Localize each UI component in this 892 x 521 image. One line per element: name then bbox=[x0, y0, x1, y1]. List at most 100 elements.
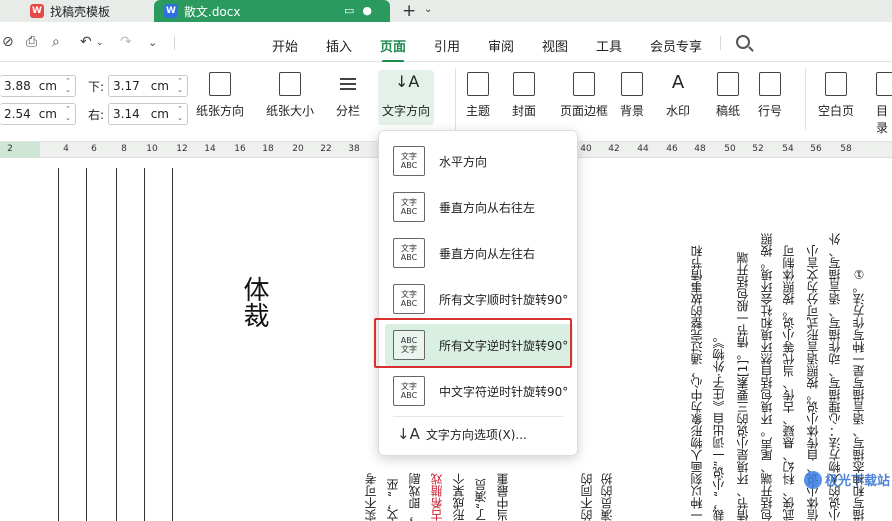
undo-icon[interactable]: ↶ bbox=[80, 34, 92, 50]
spinner-icon[interactable]: ⌃ ⌄ bbox=[65, 105, 71, 123]
icon-text-bottom: ABC bbox=[400, 161, 418, 170]
undo-dropdown-icon[interactable]: ⌄ bbox=[96, 38, 104, 48]
margin-bottom-input[interactable]: 3.17 cm ⌃ ⌄ bbox=[108, 75, 188, 97]
spinner-icon[interactable]: ⌃ ⌄ bbox=[177, 77, 183, 95]
text-direction-options[interactable]: ↓A 文字方向选项(X)... bbox=[397, 425, 527, 443]
margin-left-input[interactable]: 2.54 cm ⌃ ⌄ bbox=[0, 103, 76, 125]
menu-member[interactable]: 会员专享 bbox=[650, 36, 702, 55]
format-painter-icon[interactable]: ⊘ bbox=[2, 34, 14, 50]
tab-status-icons[interactable]: ▭● bbox=[344, 4, 380, 17]
chevron-down-icon[interactable]: ⌄ bbox=[424, 4, 432, 15]
word-doc-icon: W bbox=[164, 4, 178, 18]
horizontal-text-icon: 文字 ABC bbox=[393, 146, 425, 176]
print-icon[interactable]: ⎙ bbox=[26, 34, 37, 50]
ruler-number: 8 bbox=[121, 144, 127, 154]
doc-text-column: 的不同的 bbox=[580, 473, 594, 521]
toc-icon bbox=[876, 72, 892, 96]
menu-insert[interactable]: 插入 bbox=[326, 36, 352, 55]
text-direction-options-label: 文字方向选项(X)... bbox=[425, 427, 527, 442]
menu-item-vertical-ltr[interactable]: 文字 ABC 垂直方向从左往右 bbox=[385, 232, 573, 274]
menu-item-horizontal[interactable]: 文字 ABC 水平方向 bbox=[385, 140, 573, 182]
ruler-number: 44 bbox=[637, 144, 649, 154]
ruler-number: 16 bbox=[234, 144, 246, 154]
spinner-icon[interactable]: ⌃ ⌄ bbox=[65, 77, 71, 95]
margin-bottom-value: 3.17 bbox=[113, 79, 140, 93]
margin-left-row: 2.54 cm ⌃ ⌄ bbox=[0, 103, 76, 125]
columns-button[interactable]: 分栏 bbox=[336, 72, 360, 119]
paper-size-label: 纸张大小 bbox=[266, 104, 315, 118]
ruler-number: 18 bbox=[262, 144, 274, 154]
tab-document-label: 散文.docx bbox=[184, 4, 241, 19]
menu-item-chinese-ccw[interactable]: 文字 ABC 中文字符逆时针旋转90° bbox=[385, 370, 573, 412]
paper-orientation-label: 纸张方向 bbox=[196, 104, 245, 118]
search-icon[interactable] bbox=[736, 35, 750, 49]
menu-item-label: 水平方向 bbox=[439, 154, 488, 169]
ruler-number: 6 bbox=[91, 144, 97, 154]
icon-text-bottom: ABC bbox=[400, 299, 418, 308]
cover-button[interactable]: 封面 bbox=[512, 72, 536, 119]
spinner-icon[interactable]: ⌃ ⌄ bbox=[177, 105, 183, 123]
rotate-cw-text-icon: 文字 ABC bbox=[393, 284, 425, 314]
tab-bar: W 找稿壳模板 W 散文.docx ▭● + ⌄ bbox=[0, 0, 892, 22]
theme-button[interactable]: 主题 bbox=[466, 72, 490, 119]
ruler-number: 58 bbox=[840, 144, 852, 154]
text-rule bbox=[116, 168, 117, 521]
page-border-label: 页面边框 bbox=[560, 104, 609, 118]
template-app-icon: W bbox=[30, 4, 44, 18]
divider bbox=[805, 68, 806, 130]
blank-page-button[interactable]: 空白页 bbox=[818, 72, 854, 119]
icon-text-top: 文字 bbox=[401, 198, 417, 207]
margin-right-input[interactable]: 3.14 cm ⌃ ⌄ bbox=[108, 103, 188, 125]
line-number-button[interactable]: 行号 bbox=[758, 72, 782, 119]
menu-tools[interactable]: 工具 bbox=[596, 36, 622, 55]
page-border-icon bbox=[573, 72, 595, 96]
menu-page[interactable]: 页面 bbox=[380, 36, 406, 63]
toc-button[interactable]: 目录 bbox=[876, 72, 892, 136]
margin-top-input[interactable]: 3.88 cm ⌃ ⌄ bbox=[0, 75, 76, 97]
theme-label: 主题 bbox=[466, 104, 491, 118]
orientation-icon bbox=[209, 72, 231, 96]
tab-template-label: 找稿壳模板 bbox=[50, 4, 111, 19]
vertical-ltr-text-icon: 文字 ABC bbox=[393, 238, 425, 268]
menu-review[interactable]: 审阅 bbox=[488, 36, 514, 55]
tab-template[interactable]: W 找稿壳模板 bbox=[18, 0, 148, 22]
menu-references[interactable]: 引用 bbox=[434, 36, 460, 55]
ruler-number: 22 bbox=[320, 144, 332, 154]
tab-document[interactable]: W 散文.docx ▭● bbox=[154, 0, 390, 22]
print-preview-icon[interactable]: ⌕ bbox=[52, 34, 60, 50]
paper-orientation-button[interactable]: 纸张方向 bbox=[196, 72, 244, 119]
doc-text-column: 演员的扮 bbox=[600, 473, 614, 521]
background-label: 背景 bbox=[620, 104, 645, 118]
doc-text-column: 裁，“小说”一词出自《庄子·外物》。 bbox=[712, 330, 726, 521]
document-title: 体裁 bbox=[239, 276, 269, 328]
menu-home[interactable]: 开始 bbox=[272, 36, 298, 55]
doc-text-column: ，即戏剧 bbox=[408, 473, 422, 521]
watermark-label: 水印 bbox=[666, 104, 691, 118]
manuscript-icon bbox=[717, 72, 739, 96]
background-button[interactable]: 背景 bbox=[620, 72, 644, 119]
menu-item-rotate-cw[interactable]: 文字 ABC 所有文字顺时针旋转90° bbox=[385, 278, 573, 320]
margin-top-value: 3.88 bbox=[4, 79, 31, 93]
ruler-number: 20 bbox=[292, 144, 304, 154]
icon-text-bottom: ABC bbox=[400, 253, 418, 262]
manuscript-button[interactable]: 稿纸 bbox=[716, 72, 740, 119]
menu-view[interactable]: 视图 bbox=[542, 36, 568, 55]
menu-bar: ⊘ ⎙ ⌕ ↶ ⌄ ↷ ⌄ 开始 插入 页面 引用 审阅 视图 工具 会员专享 bbox=[0, 22, 892, 63]
customize-chevron-icon[interactable]: ⌄ bbox=[148, 36, 157, 49]
redo-icon[interactable]: ↷ bbox=[120, 34, 132, 50]
divider bbox=[174, 36, 175, 50]
watermark-icon: A bbox=[671, 72, 685, 93]
text-direction-button[interactable]: ↓A 文字方向 bbox=[378, 70, 435, 125]
new-tab-icon[interactable]: + bbox=[402, 1, 416, 21]
menu-item-vertical-rtl[interactable]: 文字 ABC 垂直方向从右往左 bbox=[385, 186, 573, 228]
ruler-number: 50 bbox=[724, 144, 736, 154]
columns-label: 分栏 bbox=[336, 104, 361, 118]
watermark-button[interactable]: A 水印 bbox=[666, 72, 690, 119]
doc-text-column: 形成某个 bbox=[452, 473, 466, 521]
paper-size-button[interactable]: 纸张大小 bbox=[266, 72, 314, 119]
margin-right-value: 3.14 bbox=[113, 107, 140, 121]
ruler-number: 2 bbox=[7, 144, 13, 154]
page-border-button[interactable]: 页面边框 bbox=[560, 72, 608, 119]
blank-page-icon bbox=[825, 72, 847, 96]
ruler-margin bbox=[0, 142, 40, 158]
